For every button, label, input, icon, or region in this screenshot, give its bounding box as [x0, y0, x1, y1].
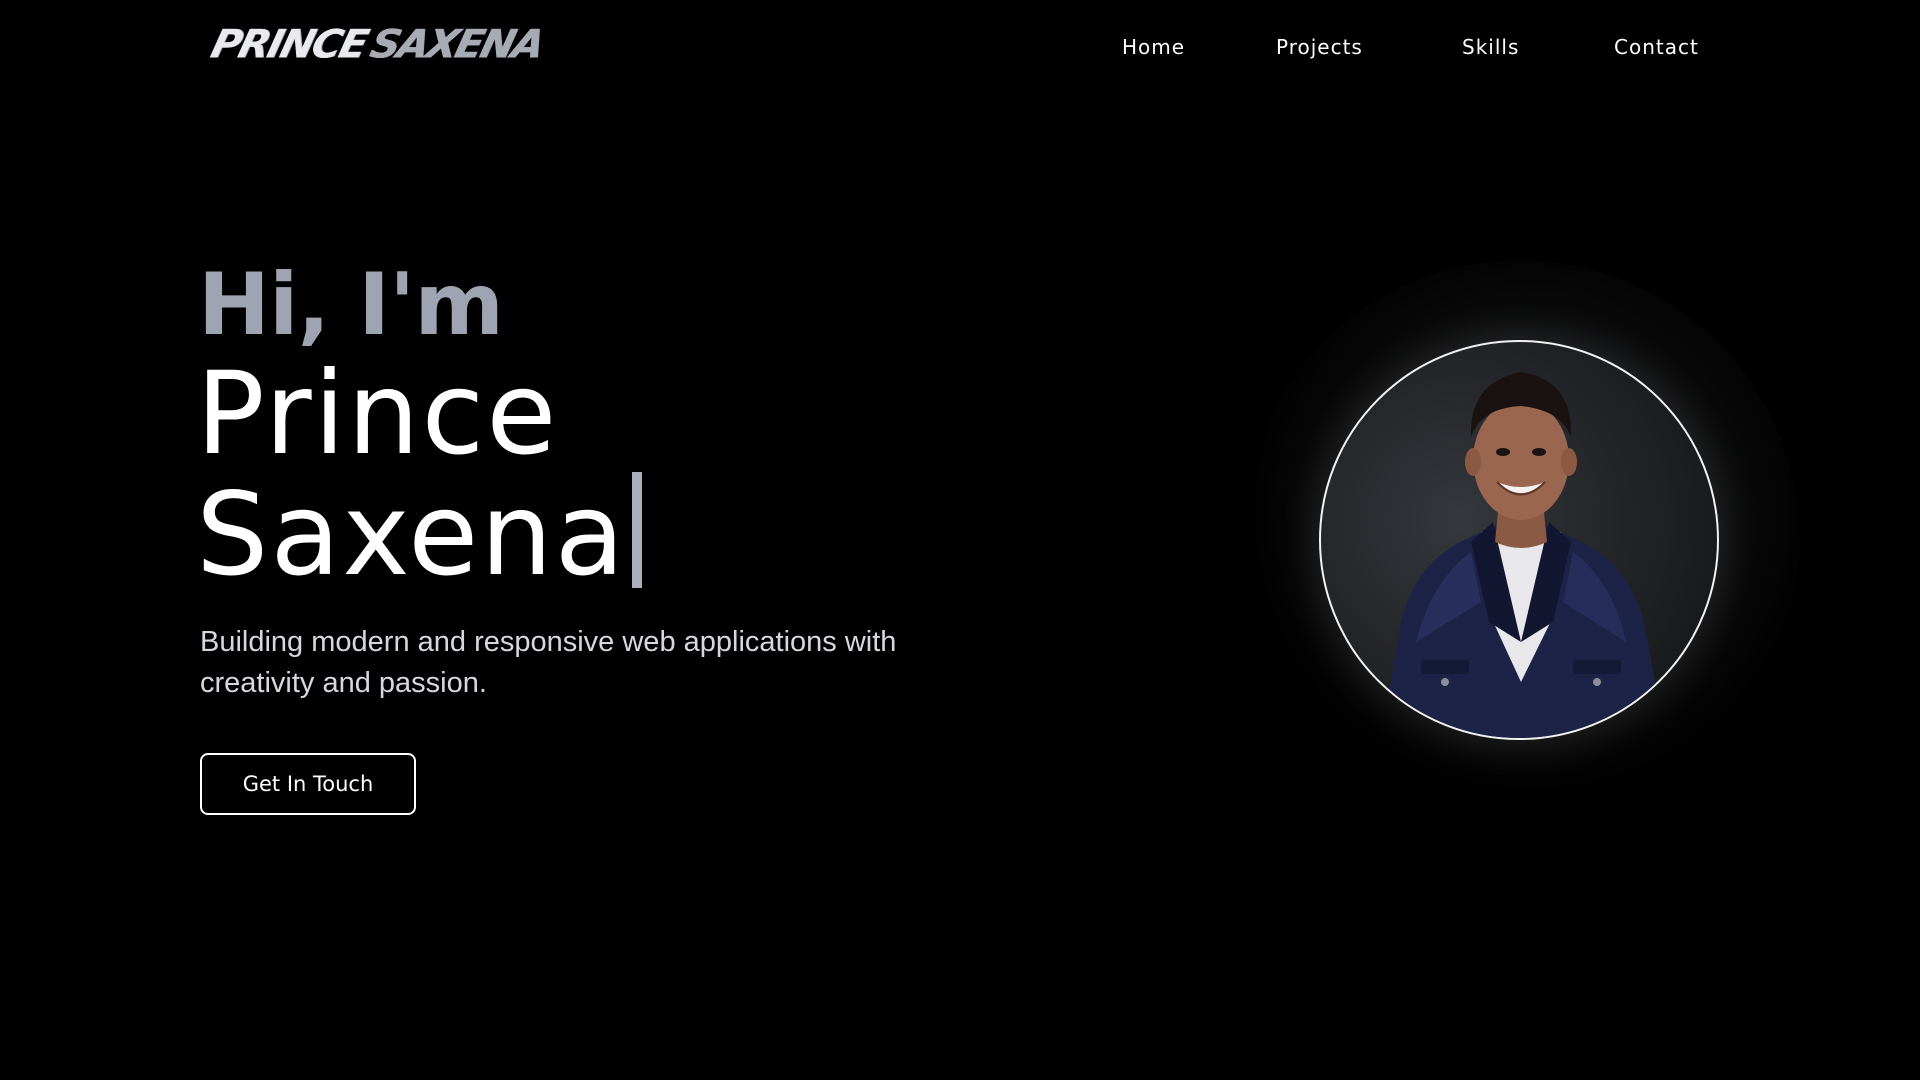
hero-name: Prince Saxena: [196, 347, 643, 593]
profile-illustration: [1381, 372, 1666, 738]
hero-name-second-line: Saxena: [196, 472, 643, 593]
nav-link-skills[interactable]: Skills: [1462, 35, 1519, 59]
site-logo[interactable]: PRINCESAXENA: [206, 22, 547, 67]
logo-second-word: SAXENA: [365, 22, 548, 68]
page: PRINCESAXENA Home Projects Skills Contac…: [0, 0, 1920, 1080]
nav-link-home[interactable]: Home: [1122, 35, 1185, 59]
nav-link-projects[interactable]: Projects: [1276, 35, 1363, 59]
hero-tagline: Building modern and responsive web appli…: [200, 626, 897, 699]
typing-cursor: [632, 472, 643, 588]
hero-name-first: Prince: [196, 347, 559, 480]
logo-first-word: PRINCE: [206, 22, 371, 68]
main-nav: Home Projects Skills Contact: [1090, 35, 1720, 65]
hero-greeting: Hi, I'm: [198, 255, 504, 355]
profile-photo: [1319, 340, 1719, 740]
get-in-touch-button[interactable]: Get In Touch: [200, 753, 416, 815]
hero-name-last: Saxena: [196, 468, 627, 601]
nav-link-contact[interactable]: Contact: [1614, 35, 1699, 59]
